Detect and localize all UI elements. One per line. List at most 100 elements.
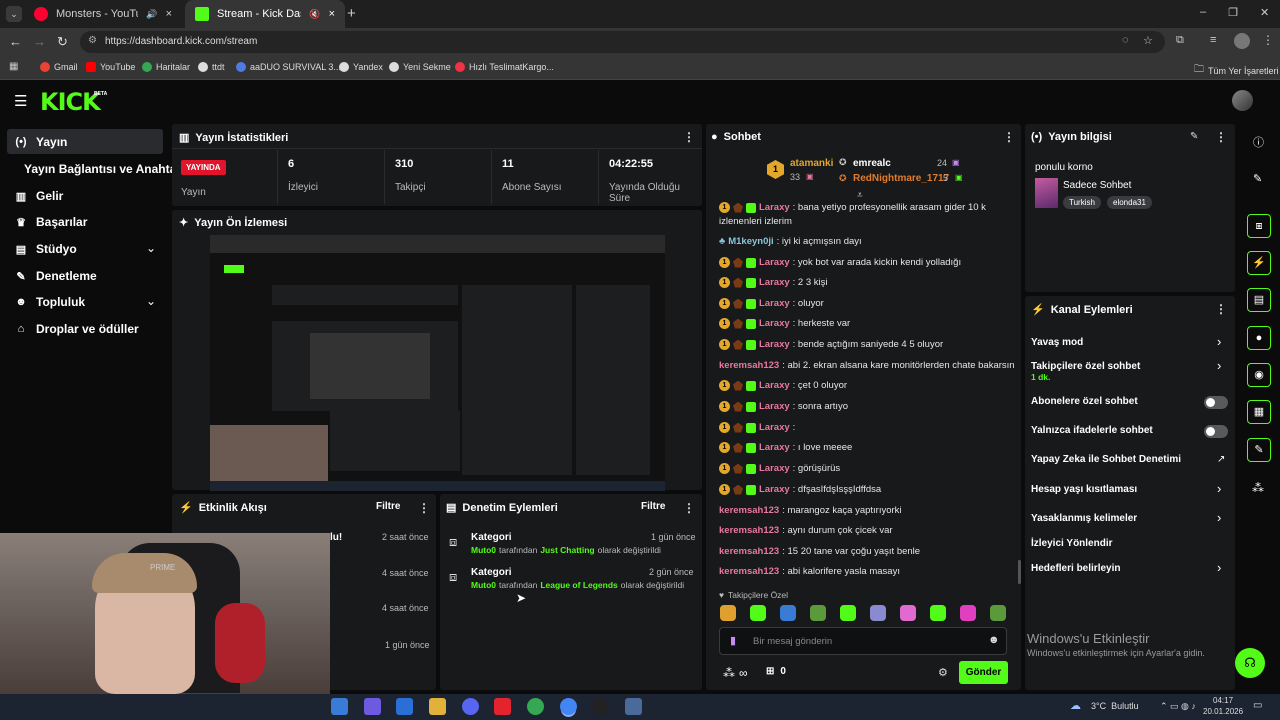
category-name[interactable]: Sadece Sohbet <box>1063 180 1131 191</box>
emote-icon[interactable] <box>720 605 736 621</box>
kick-logo[interactable]: KICK <box>40 88 101 116</box>
channel-action-label[interactable]: Yavaş mod <box>1031 337 1083 348</box>
channel-action-label[interactable]: Abonelere özel sohbet <box>1031 396 1138 407</box>
mod-view-button[interactable]: ▦ <box>1247 400 1271 424</box>
chat-username[interactable]: Laraxy <box>759 277 790 288</box>
browser-menu-icon[interactable]: ⋮ <box>1262 33 1274 47</box>
chat-username[interactable]: keremsah123 <box>719 360 779 371</box>
sidebar-item-stream-key[interactable]: Yayın Bağlantısı ve Anahtarı <box>24 162 184 176</box>
emote-icon[interactable] <box>990 605 1006 621</box>
expand-icon[interactable]: ⩡ <box>857 190 863 201</box>
chrome-icon[interactable] <box>527 698 544 715</box>
toggle-switch[interactable] <box>1204 425 1228 438</box>
muted-icon[interactable]: 🔇 <box>309 9 320 20</box>
minimize-icon[interactable]: – <box>1200 6 1206 19</box>
chat-username[interactable]: Laraxy <box>759 298 790 309</box>
activity-filter-button[interactable]: Filtre <box>376 501 400 512</box>
tab-youtube-music[interactable]: Monsters - YouTube Music 🔊 × <box>24 0 182 28</box>
obs-icon[interactable] <box>592 698 609 715</box>
sidebar-item-denetleme[interactable]: ✎ Denetleme <box>14 269 96 283</box>
sidebar-item-droplar[interactable]: ⌂ Droplar ve ödüller <box>14 322 139 336</box>
user-avatar[interactable] <box>1232 90 1253 111</box>
chat-username[interactable]: Laraxy <box>759 463 790 474</box>
chat-username[interactable]: Laraxy <box>759 202 790 213</box>
chat-username[interactable]: keremsah123 <box>719 525 779 536</box>
chat-username[interactable]: keremsah123 <box>719 566 779 577</box>
start-icon[interactable] <box>331 698 348 715</box>
emote-icon[interactable] <box>930 605 946 621</box>
emote-icon[interactable] <box>780 605 796 621</box>
clip-button[interactable]: ⧆ <box>1247 214 1271 238</box>
bookmark-youtube[interactable]: YouTube <box>86 62 135 72</box>
clock-date[interactable]: 20.01.2026 <box>1203 707 1243 716</box>
new-tab-icon[interactable]: + <box>347 5 356 22</box>
sidebar-item-gelir[interactable]: ▥ Gelir <box>14 189 64 203</box>
tab-search-icon[interactable]: ⌄ <box>6 6 22 22</box>
speaker-icon[interactable]: 🔊 <box>146 9 157 20</box>
more-icon[interactable]: ⋮ <box>1215 130 1227 144</box>
channel-action-label[interactable]: Hesap yaşı kısıtlaması <box>1031 484 1137 495</box>
chat-username[interactable]: Laraxy <box>759 401 790 412</box>
chevron-right-icon[interactable]: › <box>1217 481 1221 496</box>
sidebar-item-studyo[interactable]: ▤ Stüdyo <box>14 242 77 256</box>
chat-username[interactable]: keremsah123 <box>719 505 779 516</box>
community-icon[interactable]: ⁂ <box>1252 481 1264 495</box>
pencil-icon[interactable]: ✎ <box>1253 172 1262 185</box>
eye-off-icon[interactable]: ◌ <box>1122 34 1129 46</box>
tray-icons[interactable]: ⌃ ▭ ◍ ♪ <box>1160 701 1196 712</box>
media-icon[interactable]: ≡ <box>1210 34 1216 46</box>
chat-username[interactable]: Laraxy <box>759 484 790 495</box>
close-icon[interactable]: × <box>166 8 172 20</box>
forward-icon[interactable]: → <box>33 34 46 49</box>
profile-avatar[interactable] <box>1234 33 1250 49</box>
edit-icon[interactable]: ✎ <box>1190 131 1198 142</box>
emoji-icon[interactable]: ☻ <box>988 634 1000 646</box>
mod-user[interactable]: Muto0 <box>471 545 496 555</box>
notes-button[interactable]: ▤ <box>1247 288 1271 312</box>
chat-username[interactable]: Laraxy <box>759 380 790 391</box>
chat-username[interactable]: Laraxy <box>759 422 790 433</box>
maximize-icon[interactable]: ❐ <box>1228 6 1238 19</box>
chat-settings-icon[interactable]: ⚙ <box>938 666 948 679</box>
window-close-icon[interactable]: ✕ <box>1260 6 1269 19</box>
chevron-right-icon[interactable]: › <box>1217 334 1221 349</box>
bookmark-kargo[interactable]: Hızlı TeslimatKargo... <box>455 62 554 72</box>
sidebar-item-basarilar[interactable]: ♛ Başarılar <box>14 215 87 229</box>
clock-time[interactable]: 04:17 <box>1213 696 1233 705</box>
bookmark-yandex[interactable]: Yandex <box>339 62 383 72</box>
bookmark-star-icon[interactable]: ☆ <box>1143 34 1153 47</box>
chevron-down-icon[interactable]: ⌄ <box>146 294 156 308</box>
raid-button[interactable]: ⚡ <box>1247 251 1271 275</box>
gifter-2-name[interactable]: emrealc <box>853 158 891 169</box>
reload-icon[interactable]: ↻ <box>57 34 68 50</box>
chat-username[interactable]: Laraxy <box>759 318 790 329</box>
emote-icon[interactable] <box>870 605 886 621</box>
stream-preview-video[interactable] <box>210 235 665 491</box>
chat-username[interactable]: Laraxy <box>759 339 790 350</box>
apps-grid-icon[interactable]: ▦ <box>9 61 18 72</box>
top-gifter-name[interactable]: atamanki <box>790 158 833 169</box>
chevron-right-icon[interactable]: › <box>1217 510 1221 525</box>
broadcast-button[interactable]: ◉ <box>1247 363 1271 387</box>
address-bar[interactable]: ⚙ https://dashboard.kick.com/stream ◌ ☆ <box>80 31 1165 53</box>
site-info-icon[interactable]: ⚙ <box>88 35 97 46</box>
channel-action-label[interactable]: Takipçilere özel sohbet <box>1031 361 1140 372</box>
chat-username[interactable]: M1keyn0ji <box>728 236 773 247</box>
notification-icon[interactable]: ▭ <box>1253 700 1262 711</box>
sidebar-item-yayin[interactable]: (•) Yayın <box>14 135 67 149</box>
back-icon[interactable]: ← <box>9 34 22 49</box>
chevron-right-icon[interactable]: › <box>1217 358 1221 373</box>
channel-action-label[interactable]: Hedefleri belirleyin <box>1031 563 1120 574</box>
weather-text[interactable]: 3°C Bulutlu <box>1091 701 1139 711</box>
more-icon[interactable]: ⋮ <box>1215 302 1227 316</box>
chat-scrollbar[interactable] <box>1018 560 1021 584</box>
support-button[interactable]: ☊ <box>1235 648 1265 678</box>
emote-icon[interactable] <box>840 605 856 621</box>
gifter-3-name[interactable]: RedNightmare_1717 <box>853 173 949 184</box>
chat-username[interactable]: Laraxy <box>759 442 790 453</box>
chevron-right-icon[interactable]: › <box>1217 560 1221 575</box>
tools-button[interactable]: ✎ <box>1247 438 1271 462</box>
more-icon[interactable]: ⋮ <box>1003 130 1015 144</box>
more-icon[interactable]: ⋮ <box>418 501 430 515</box>
info-icon[interactable]: ⓘ <box>1253 134 1264 150</box>
